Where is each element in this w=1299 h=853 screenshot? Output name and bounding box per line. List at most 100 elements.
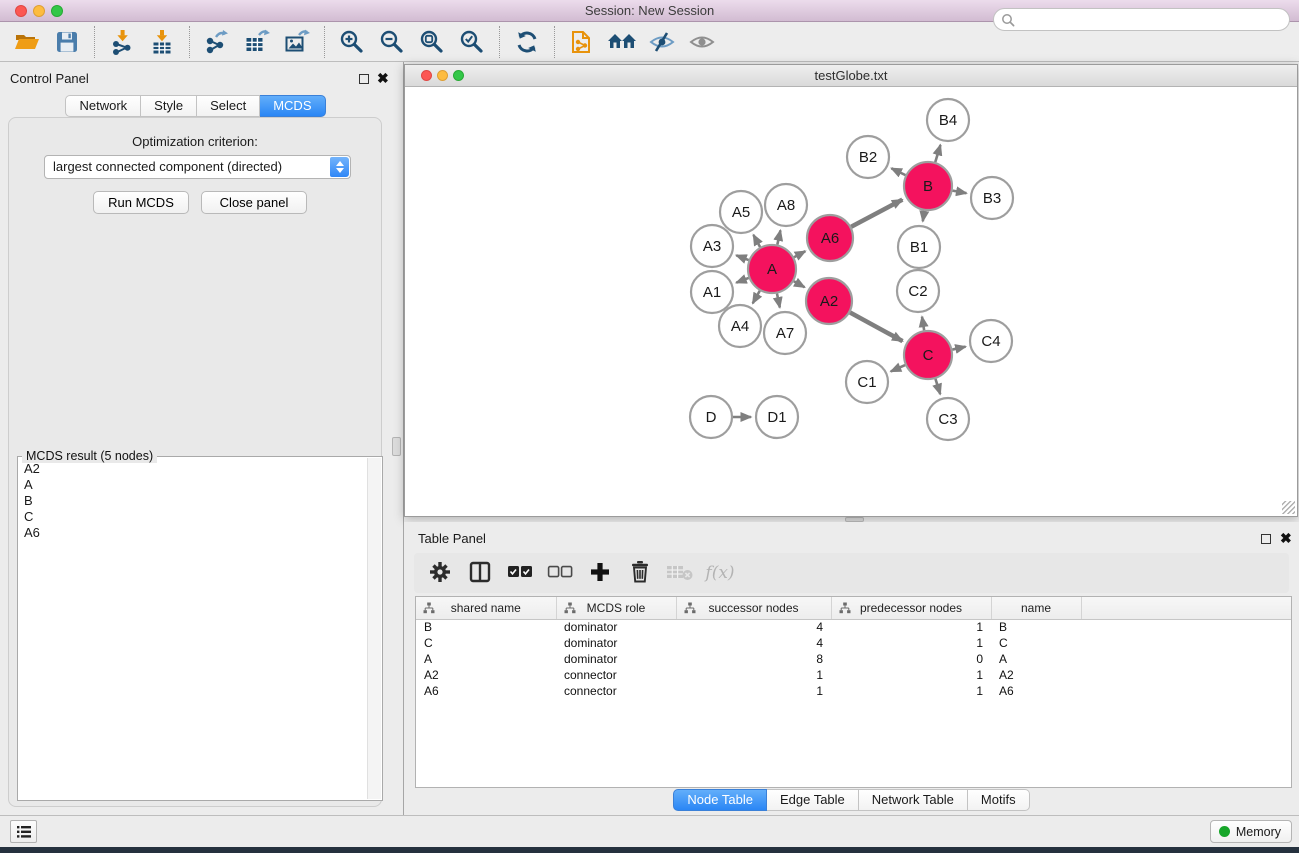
tab-style[interactable]: Style bbox=[141, 95, 197, 117]
edge-A-A2[interactable] bbox=[794, 281, 805, 287]
column-header-predecessor-nodes[interactable]: predecessor nodes bbox=[831, 597, 991, 619]
hide-visibility-button[interactable] bbox=[642, 24, 682, 60]
delete-row-button[interactable] bbox=[622, 557, 658, 589]
edge-B-B1[interactable] bbox=[923, 211, 925, 222]
table-cell[interactable]: 1 bbox=[831, 683, 991, 699]
tab-network-table[interactable]: Network Table bbox=[859, 789, 968, 811]
edge-A-A8[interactable] bbox=[777, 230, 780, 244]
edge-C-C3[interactable] bbox=[935, 379, 940, 394]
close-window-icon[interactable] bbox=[15, 5, 27, 17]
edge-C-C1[interactable] bbox=[891, 365, 905, 371]
float-panel-icon[interactable] bbox=[359, 74, 369, 84]
table-settings-button[interactable] bbox=[422, 557, 458, 589]
result-scrollbar[interactable] bbox=[367, 458, 381, 799]
result-list-item[interactable]: C bbox=[19, 509, 367, 525]
node-C4[interactable]: C4 bbox=[970, 320, 1012, 362]
edge-A2-C[interactable] bbox=[850, 312, 902, 341]
close-panel-button[interactable]: Close panel bbox=[201, 191, 307, 214]
result-list-item[interactable]: A2 bbox=[19, 461, 367, 477]
close-view-icon[interactable] bbox=[421, 70, 432, 81]
show-columns-button[interactable] bbox=[462, 557, 498, 589]
vertical-splitter[interactable] bbox=[391, 62, 404, 815]
import-network-button[interactable] bbox=[102, 24, 142, 60]
tab-network[interactable]: Network bbox=[65, 95, 141, 117]
node-D1[interactable]: D1 bbox=[756, 396, 798, 438]
column-header-successor-nodes[interactable]: successor nodes bbox=[676, 597, 831, 619]
export-table-button[interactable] bbox=[237, 24, 277, 60]
zoom-in-button[interactable] bbox=[332, 24, 372, 60]
edge-B-B4[interactable] bbox=[935, 145, 940, 162]
table-cell[interactable]: 1 bbox=[831, 619, 991, 635]
float-panel-icon[interactable] bbox=[1261, 534, 1271, 544]
node-B[interactable]: B bbox=[904, 162, 952, 210]
table-cell[interactable]: A2 bbox=[416, 667, 556, 683]
result-list-item[interactable]: A bbox=[19, 477, 367, 493]
show-visibility-button[interactable] bbox=[682, 24, 722, 60]
export-image-button[interactable] bbox=[277, 24, 317, 60]
minimize-view-icon[interactable] bbox=[437, 70, 448, 81]
zoom-fit-button[interactable] bbox=[412, 24, 452, 60]
export-network-button[interactable] bbox=[197, 24, 237, 60]
edge-C-C2[interactable] bbox=[922, 317, 924, 331]
result-list-item[interactable]: A6 bbox=[19, 525, 367, 541]
edge-B-B2[interactable] bbox=[891, 168, 905, 175]
edge-A-A6[interactable] bbox=[794, 251, 805, 257]
resize-grip[interactable] bbox=[1282, 501, 1295, 514]
node-A[interactable]: A bbox=[748, 245, 796, 293]
node-A7[interactable]: A7 bbox=[764, 312, 806, 354]
zoom-selected-button[interactable] bbox=[452, 24, 492, 60]
table-cell[interactable]: A bbox=[991, 651, 1081, 667]
edge-A6-B[interactable] bbox=[851, 200, 902, 227]
node-A5[interactable]: A5 bbox=[720, 191, 762, 233]
table-cell[interactable]: A2 bbox=[991, 667, 1081, 683]
edge-A-A5[interactable] bbox=[753, 235, 760, 247]
tab-select[interactable]: Select bbox=[197, 95, 260, 117]
table-cell[interactable]: dominator bbox=[556, 619, 676, 635]
table-cell[interactable]: dominator bbox=[556, 651, 676, 667]
deselect-all-button[interactable] bbox=[542, 557, 578, 589]
refresh-view-button[interactable] bbox=[507, 24, 547, 60]
column-header-name[interactable]: name bbox=[991, 597, 1081, 619]
table-cell[interactable]: 1 bbox=[831, 635, 991, 651]
add-row-button[interactable] bbox=[582, 557, 618, 589]
table-cell[interactable]: 1 bbox=[831, 667, 991, 683]
table-cell[interactable]: 1 bbox=[676, 683, 831, 699]
import-table-button[interactable] bbox=[142, 24, 182, 60]
table-row[interactable]: A6connector11A6 bbox=[416, 683, 1292, 699]
table-row[interactable]: Adominator80A bbox=[416, 651, 1292, 667]
select-all-button[interactable] bbox=[502, 557, 538, 589]
table-cell[interactable]: A6 bbox=[991, 683, 1081, 699]
node-A6[interactable]: A6 bbox=[807, 215, 853, 261]
edge-A-A1[interactable] bbox=[736, 278, 748, 283]
column-header-MCDS-role[interactable]: MCDS role bbox=[556, 597, 676, 619]
node-C[interactable]: C bbox=[904, 331, 952, 379]
table-cell[interactable]: A bbox=[416, 651, 556, 667]
memory-button[interactable]: Memory bbox=[1210, 820, 1292, 843]
table-cell[interactable]: 4 bbox=[676, 635, 831, 651]
table-cell[interactable]: C bbox=[991, 635, 1081, 651]
node-A8[interactable]: A8 bbox=[765, 184, 807, 226]
network-file-button[interactable] bbox=[562, 24, 602, 60]
table-cell[interactable]: dominator bbox=[556, 635, 676, 651]
node-B3[interactable]: B3 bbox=[971, 177, 1013, 219]
table-row[interactable]: Bdominator41B bbox=[416, 619, 1292, 635]
node-A1[interactable]: A1 bbox=[691, 271, 733, 313]
home-button[interactable] bbox=[602, 24, 642, 60]
table-row[interactable]: A2connector11A2 bbox=[416, 667, 1292, 683]
run-mcds-button[interactable]: Run MCDS bbox=[93, 191, 189, 214]
search-box[interactable] bbox=[993, 8, 1290, 31]
table-cell[interactable]: 8 bbox=[676, 651, 831, 667]
zoom-window-icon[interactable] bbox=[51, 5, 63, 17]
edge-A-A7[interactable] bbox=[777, 293, 780, 307]
table-cell[interactable]: 0 bbox=[831, 651, 991, 667]
node-C1[interactable]: C1 bbox=[846, 361, 888, 403]
network-canvas[interactable]: B4B2BB3A8A5A6A3B1AA1C2A2A4A7C4CC1C3DD1 bbox=[405, 87, 1297, 516]
table-cell[interactable]: 4 bbox=[676, 619, 831, 635]
edge-B-B3[interactable] bbox=[953, 191, 967, 194]
delete-table-button[interactable] bbox=[662, 557, 698, 589]
table-cell[interactable]: 1 bbox=[676, 667, 831, 683]
edge-A-A4[interactable] bbox=[753, 291, 760, 304]
criterion-dropdown[interactable]: largest connected component (directed) bbox=[44, 155, 351, 179]
table-cell[interactable]: connector bbox=[556, 683, 676, 699]
table-row[interactable]: Cdominator41C bbox=[416, 635, 1292, 651]
